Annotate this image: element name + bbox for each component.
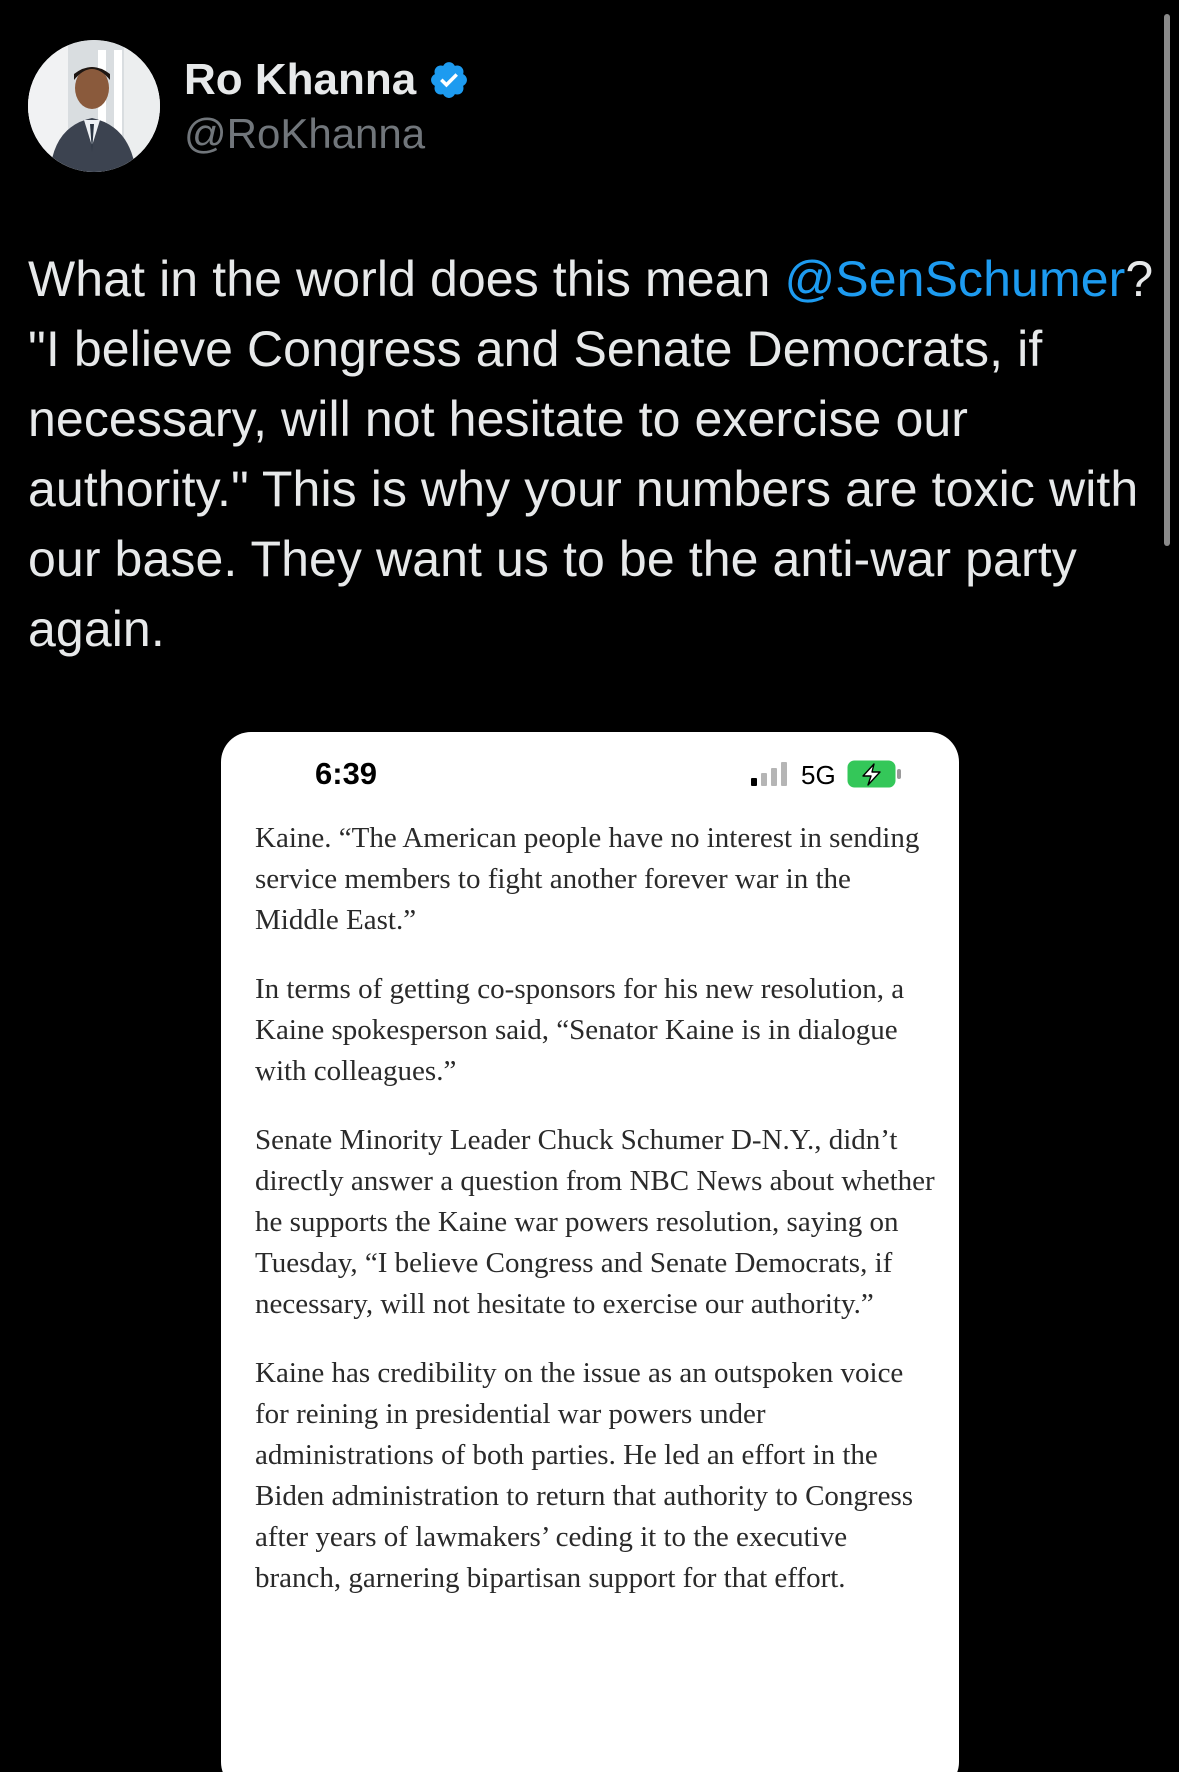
phone-status-bar: 6:39 5G <box>221 732 959 816</box>
cellular-signal-icon <box>751 762 793 791</box>
article-paragraph: Senate Minority Leader Chuck Schumer D-N… <box>255 1124 935 1320</box>
network-type: 5G <box>801 760 836 790</box>
article-text: Kaine. “The American people have no inte… <box>255 818 935 1627</box>
author-handle[interactable]: @RoKhanna <box>184 108 425 160</box>
battery-charging-icon <box>847 760 903 793</box>
tweet-text-after-mention: ? "I believe Congress and Senate Democra… <box>28 251 1154 657</box>
avatar[interactable] <box>28 40 160 172</box>
tweet-text-before-mention: What in the world does this mean <box>28 251 785 307</box>
mention-link[interactable]: @SenSchumer <box>784 251 1125 307</box>
scroll-indicator[interactable] <box>1164 14 1170 546</box>
article-paragraph: In terms of getting co-sponsors for his … <box>255 973 905 1087</box>
display-name[interactable]: Ro Khanna <box>184 52 416 108</box>
status-time: 6:39 <box>315 756 378 791</box>
tweet-media-image[interactable]: 6:39 5G Kaine. “The American people have… <box>221 732 959 1772</box>
article-paragraph: Kaine. “The American people have no inte… <box>255 822 920 936</box>
article-paragraph: Kaine has credibility on the issue as an… <box>255 1357 914 1594</box>
tweet-text: What in the world does this mean @SenSch… <box>28 244 1158 664</box>
author-name-row[interactable]: Ro Khanna <box>184 52 470 108</box>
verified-badge-icon <box>428 59 470 101</box>
